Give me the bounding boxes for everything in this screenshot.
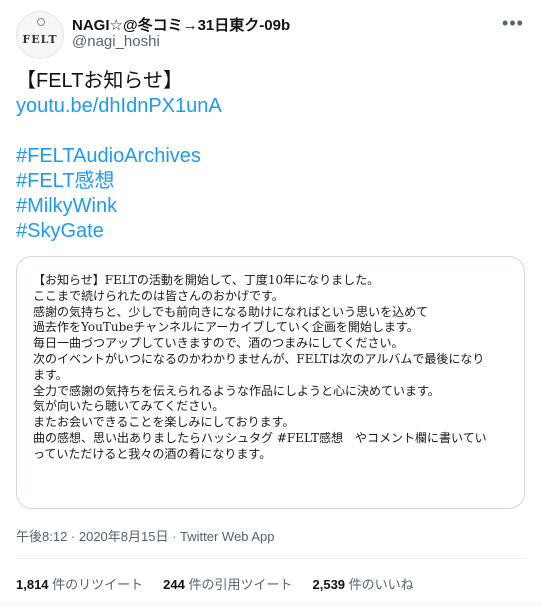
quote-tweets-stat[interactable]: 244 件の引用ツイート <box>163 574 292 593</box>
notice-line: 曲の感想、思い出ありましたらハッシュタグ #FELT感想 やコメント欄に書いてい <box>33 430 487 445</box>
tweet-meta: 午後8:12 · 2020年8月15日 · Twitter Web App <box>16 526 274 545</box>
retweets-stat[interactable]: 1,814 件のリツイート <box>16 574 143 593</box>
more-button[interactable]: ••• <box>498 12 528 34</box>
notice-line: っていただけると我々の酒の肴になります。 <box>33 446 272 461</box>
notice-line: ます。 <box>33 367 68 382</box>
meta-separator: · <box>168 529 181 544</box>
more-dots-icon: ••• <box>502 12 524 33</box>
retweets-count: 1,814 <box>16 577 49 592</box>
notice-line: 全力で感謝の気持ちを伝えられるような作品にしようと心に決めています。 <box>33 383 440 398</box>
divider <box>0 604 542 605</box>
hashtag-link[interactable]: #MilkyWink <box>16 194 526 219</box>
quote-tweets-label: 件の引用ツイート <box>184 577 293 592</box>
attached-image[interactable]: 【お知らせ】FELTの活動を開始して、丁度10年になりました。 ここまで続けられ… <box>16 256 525 509</box>
engagement-stats: 1,814 件のリツイート 244 件の引用ツイート 2,539 件のいいね <box>16 574 434 593</box>
divider <box>16 558 526 559</box>
source-link[interactable]: Twitter Web App <box>180 529 274 544</box>
avatar-logo-mark-icon <box>37 18 45 26</box>
notice-line: 次のイベントがいつになるのかわかりませんが、FELTは次のアルバムで最後になり <box>33 351 485 366</box>
notice-line: 毎日一曲づつアップしていきますので、酒のつまみにしてください。 <box>33 336 404 351</box>
retweets-label: 件のリツイート <box>48 577 144 592</box>
timestamp-link[interactable]: 午後8:12 · 2020年8月15日 <box>16 529 168 544</box>
avatar[interactable]: FELT <box>16 11 64 59</box>
tweet: FELT NAGI☆@冬コミ→31日東ク-09b @nagi_hoshi •••… <box>0 0 542 607</box>
likes-label: 件のいいね <box>345 577 414 592</box>
notice-line: ここまで続けられたのは皆さんのおかげです。 <box>33 288 284 303</box>
tweet-title: 【FELTお知らせ】 <box>16 70 184 92</box>
hashtag-link[interactable]: #FELT感想 <box>16 169 526 194</box>
notice-line: 気が向いたら聴いてみてください。 <box>33 399 225 414</box>
notice-line: 感謝の気持ちと、少しでも前向きになる助けになればという思いを込めて <box>33 304 429 319</box>
notice-line: 【お知らせ】FELTの活動を開始して、丁度10年になりました。 <box>33 273 380 287</box>
author-handle[interactable]: @nagi_hoshi <box>72 33 160 50</box>
likes-stat[interactable]: 2,539 件のいいね <box>313 574 414 593</box>
quote-tweets-count: 244 <box>163 577 185 592</box>
notice-line: 過去作をYouTubeチャンネルにアーカイブしていく企画を開始します。 <box>33 320 419 335</box>
hashtag-link[interactable]: #FELTAudioArchives <box>16 144 526 169</box>
likes-count: 2,539 <box>312 577 346 592</box>
author-display-name[interactable]: NAGI☆@冬コミ→31日東ク-09b <box>72 14 290 35</box>
hashtag-link[interactable]: #SkyGate <box>16 219 526 244</box>
tweet-link[interactable]: youtu.be/dhIdnPX1unA <box>16 94 526 119</box>
tweet-text: 【FELTお知らせ】 youtu.be/dhIdnPX1unA #FELTAud… <box>16 69 526 244</box>
notice-line: またお会いできることを楽しみにしております。 <box>33 415 295 430</box>
avatar-text: FELT <box>22 32 58 46</box>
notice-text: 【お知らせ】FELTの活動を開始して、丁度10年になりました。 ここまで続けられ… <box>33 273 523 463</box>
